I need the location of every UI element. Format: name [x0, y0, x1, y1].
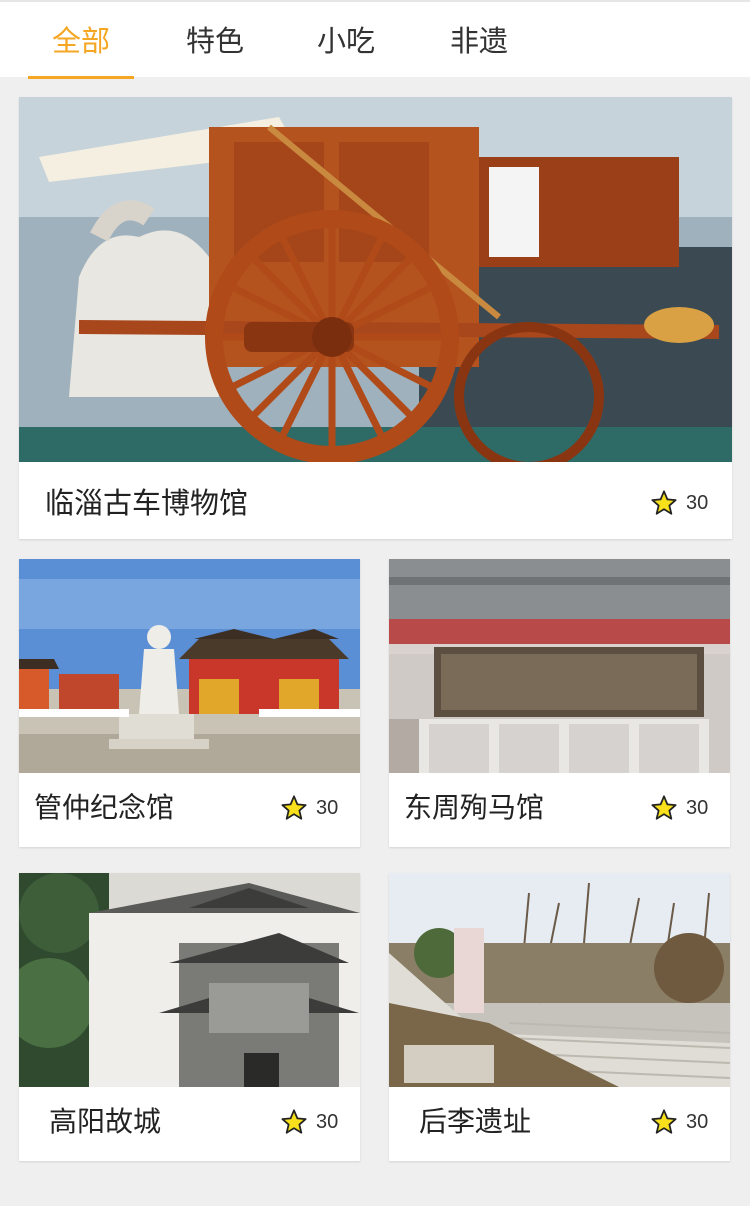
rating-count: 30: [686, 796, 709, 819]
star-icon: [281, 795, 307, 820]
place-image: [19, 97, 732, 462]
rating-count: 30: [686, 1110, 709, 1133]
place-name: 高阳故城: [49, 1105, 162, 1138]
place-card[interactable]: 后李遗址 30: [389, 873, 730, 1161]
rating-count: 30: [316, 1110, 339, 1133]
tab-heritage[interactable]: 非遗: [426, 2, 532, 77]
place-image: [19, 873, 360, 1087]
place-rating: 30: [650, 1108, 708, 1136]
place-rating: 30: [650, 489, 708, 517]
star-icon: [651, 795, 677, 820]
tab-featured[interactable]: 特色: [162, 2, 268, 77]
active-tab-indicator: [28, 76, 134, 79]
place-rating: 30: [280, 794, 338, 822]
place-image: [389, 873, 730, 1087]
rating-count: 30: [316, 796, 339, 819]
star-icon: [281, 1109, 307, 1134]
place-card[interactable]: 东周殉马馆 30: [389, 559, 730, 847]
star-icon: [651, 1109, 677, 1134]
place-card[interactable]: 临淄古车博物馆 30: [19, 97, 732, 539]
place-name: 后李遗址: [419, 1105, 532, 1138]
star-icon: [651, 490, 677, 515]
place-card[interactable]: 高阳故城 30: [19, 873, 360, 1161]
place-rating: 30: [280, 1108, 338, 1136]
rating-count: 30: [686, 491, 709, 514]
place-image: [389, 559, 730, 773]
place-name: 管仲纪念馆: [34, 791, 175, 824]
place-image: [19, 559, 360, 773]
tab-all[interactable]: 全部: [28, 2, 134, 77]
tab-bar: 全部 特色 小吃 非遗: [0, 0, 750, 79]
place-card[interactable]: 管仲纪念馆 30: [19, 559, 360, 847]
tab-snacks[interactable]: 小吃: [293, 2, 399, 77]
place-rating: 30: [650, 794, 708, 822]
place-name: 东周殉马馆: [404, 791, 545, 824]
place-name: 临淄古车博物馆: [45, 486, 249, 520]
